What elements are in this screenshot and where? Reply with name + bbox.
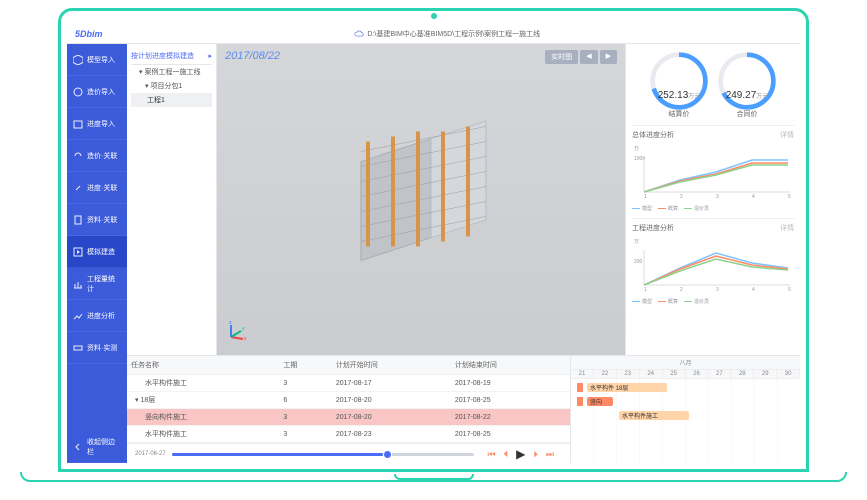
svg-text:5: 5 bbox=[788, 287, 791, 291]
sidebar: 模型导入 造价导入 进度导入 造价·关联 进度·关联 资料·关联 模拟建造 工程… bbox=[67, 44, 127, 463]
sidebar-item-cost-import[interactable]: 造价导入 bbox=[67, 76, 127, 108]
fast-fwd-button[interactable]: ⏭ bbox=[546, 449, 554, 460]
sidebar-item-model-import[interactable]: 模型导入 bbox=[67, 44, 127, 76]
svg-text:万: 万 bbox=[634, 239, 639, 245]
table-row[interactable]: 竖向构件施工32017-08-202017-08-22 bbox=[127, 409, 570, 426]
table-row[interactable]: ▾ 18层62017-08-202017-08-25 bbox=[127, 392, 570, 409]
sidebar-item-quantity[interactable]: 工程量统计 bbox=[67, 268, 127, 300]
svg-text:3: 3 bbox=[716, 287, 719, 291]
svg-text:x: x bbox=[244, 336, 247, 341]
sidebar-item-progress-analysis[interactable]: 进度分析 bbox=[67, 300, 127, 332]
chart-more-link[interactable]: 详情 bbox=[780, 130, 794, 140]
svg-text:4: 4 bbox=[752, 194, 755, 198]
step-back-button[interactable]: ⏴ bbox=[504, 449, 509, 460]
timeline-slider[interactable] bbox=[172, 453, 474, 456]
sidebar-item-cost-link[interactable]: 造价·关联 bbox=[67, 140, 127, 172]
chart-overall: 总体进度分析详情 万 1000 12345 bbox=[632, 125, 794, 212]
col-end[interactable]: 计划结束时间 bbox=[451, 356, 570, 375]
viewport-next-button[interactable]: ▶ bbox=[600, 50, 617, 64]
svg-text:3: 3 bbox=[716, 194, 719, 198]
axis-gizmo[interactable]: z x y bbox=[227, 319, 249, 341]
table-row[interactable]: 水平构件施工32017-08-172017-08-19 bbox=[127, 375, 570, 392]
play-box-icon bbox=[73, 247, 83, 257]
gantt-body[interactable]: 水平构件 18层 竖向 水平构件施工 bbox=[571, 379, 800, 463]
tree-panel: 按计划进度模拟建造▸ ▾ 案例工程一施工线 ▾ 项目分包1 工程1 bbox=[127, 44, 217, 355]
gantt-bar[interactable]: 水平构件 18层 bbox=[587, 383, 667, 392]
cloud-icon bbox=[354, 30, 364, 37]
gantt-month: 八月 bbox=[571, 356, 800, 370]
sidebar-item-schedule-import[interactable]: 进度导入 bbox=[67, 108, 127, 140]
collapse-icon bbox=[73, 442, 83, 452]
3d-viewport[interactable]: 2017/08/22 实时图 ◀ ▶ bbox=[217, 44, 625, 355]
svg-text:1: 1 bbox=[644, 287, 647, 291]
viewport-prev-button[interactable]: ◀ bbox=[580, 50, 597, 64]
gantt-bar[interactable]: 水平构件施工 bbox=[619, 411, 689, 420]
trend-icon bbox=[73, 311, 83, 321]
chart-more-link-2[interactable]: 详情 bbox=[780, 223, 794, 233]
svg-text:2: 2 bbox=[680, 194, 683, 198]
tree-leaf[interactable]: 工程1 bbox=[131, 93, 212, 107]
col-dur[interactable]: 工期 bbox=[279, 356, 331, 375]
gantt-panel: 八月 21222324252627282930 水平构件 18层 竖向 水平构件… bbox=[570, 356, 800, 463]
gantt-bar[interactable]: 竖向 bbox=[587, 397, 613, 406]
tree-root[interactable]: ▾ 案例工程一施工线 bbox=[131, 65, 212, 79]
task-table-pane: 任务名称 工期 计划开始时间 计划结束时间 水平构件施工32017-08-172… bbox=[127, 356, 570, 463]
dashboard-panel: 252.13万元 结算价 249.27万元 合同价 总体进 bbox=[625, 44, 800, 355]
play-button[interactable]: ▶ bbox=[516, 447, 525, 461]
timeline-date: 2017-06-27 bbox=[135, 451, 166, 457]
sidebar-collapse[interactable]: 收起侧边栏 bbox=[67, 431, 127, 463]
cube-icon bbox=[73, 55, 83, 65]
gauge-contract: 249.27万元 合同价 bbox=[716, 50, 778, 119]
topbar: 5Dbim D:\基建BIM中心基准BIM5D\工程示例\案例工程一施工线 bbox=[67, 24, 800, 44]
ruler-icon bbox=[73, 343, 83, 353]
doc-icon bbox=[73, 215, 83, 225]
viewport-mode-button[interactable]: 实时图 bbox=[545, 50, 578, 64]
tree-title: 按计划进度模拟建造▸ bbox=[131, 48, 212, 65]
app-screen: 5Dbim D:\基建BIM中心基准BIM5D\工程示例\案例工程一施工线 模型… bbox=[67, 24, 800, 463]
step-fwd-button[interactable]: ⏵ bbox=[533, 449, 538, 460]
gauge-settlement: 252.13万元 结算价 bbox=[648, 50, 710, 119]
sidebar-item-material-link[interactable]: 资料·关联 bbox=[67, 204, 127, 236]
sidebar-item-material-measure[interactable]: 资料·实测 bbox=[67, 332, 127, 364]
table-row[interactable]: 水平构件施工32017-08-232017-08-25 bbox=[127, 426, 570, 443]
col-name[interactable]: 任务名称 bbox=[127, 356, 279, 375]
svg-text:2: 2 bbox=[680, 287, 683, 291]
chart-icon bbox=[73, 279, 83, 289]
breadcrumb: D:\基建BIM中心基准BIM5D\工程示例\案例工程一施工线 bbox=[103, 29, 792, 39]
col-start[interactable]: 计划开始时间 bbox=[332, 356, 451, 375]
svg-text:万: 万 bbox=[634, 146, 639, 152]
svg-text:1: 1 bbox=[644, 194, 647, 198]
task-table: 任务名称 工期 计划开始时间 计划结束时间 水平构件施工32017-08-172… bbox=[127, 356, 570, 443]
tree-child[interactable]: ▾ 项目分包1 bbox=[131, 79, 212, 93]
link-icon bbox=[73, 151, 83, 161]
calendar-icon bbox=[73, 119, 83, 129]
link2-icon bbox=[73, 183, 83, 193]
svg-text:4: 4 bbox=[752, 287, 755, 291]
chart-project: 工程进度分析详情 万 200 12345 bbox=[632, 218, 794, 305]
svg-text:y: y bbox=[242, 326, 245, 332]
svg-text:200: 200 bbox=[634, 259, 643, 265]
svg-text:5: 5 bbox=[788, 194, 791, 198]
sidebar-item-simulate[interactable]: 模拟建造 bbox=[67, 236, 127, 268]
building-model bbox=[321, 106, 521, 276]
rewind-button[interactable]: ⏮ bbox=[488, 449, 496, 460]
laptop-frame-decor: 5Dbim D:\基建BIM中心基准BIM5D\工程示例\案例工程一施工线 模型… bbox=[0, 0, 867, 500]
gantt-days: 21222324252627282930 bbox=[571, 370, 800, 379]
app-logo: 5Dbim bbox=[75, 29, 103, 39]
coin-icon bbox=[73, 87, 83, 97]
viewport-date: 2017/08/22 bbox=[225, 50, 280, 62]
sidebar-item-schedule-link[interactable]: 进度·关联 bbox=[67, 172, 127, 204]
